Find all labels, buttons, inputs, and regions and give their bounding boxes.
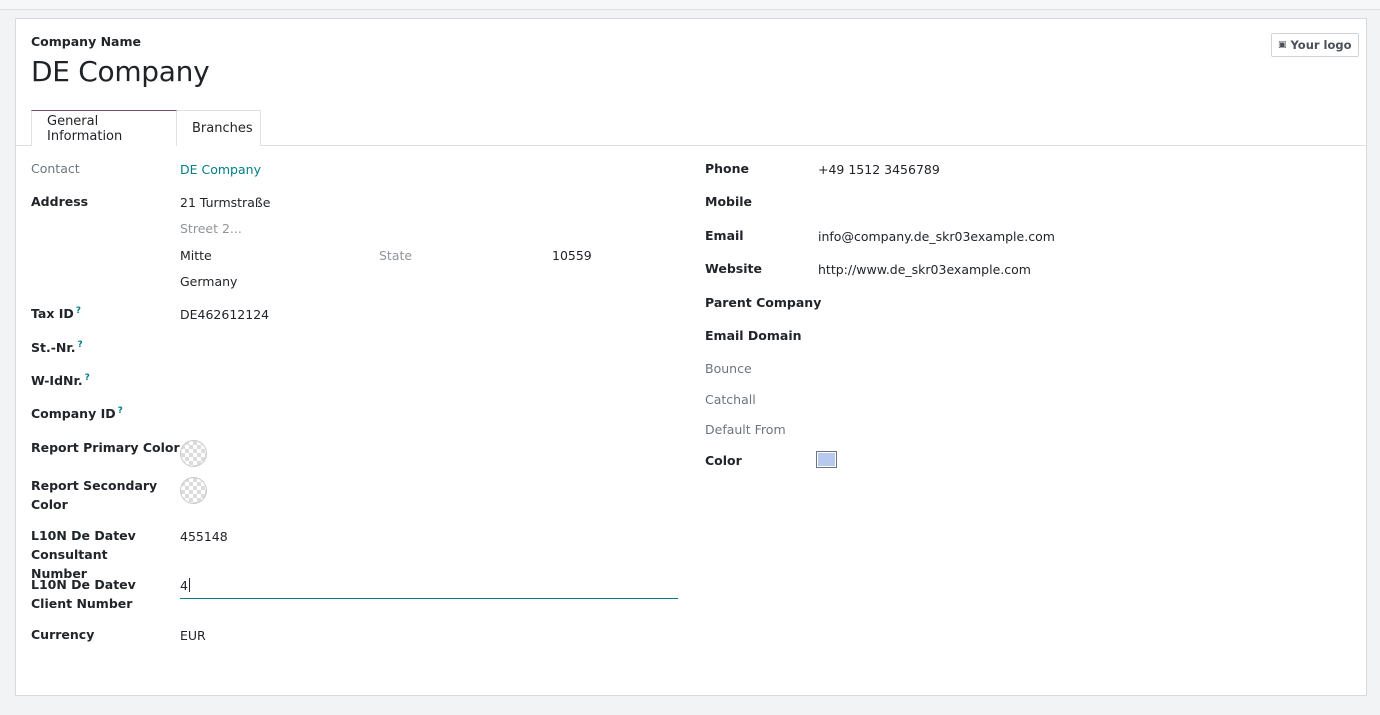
report-primary-color-picker[interactable]: [180, 440, 207, 467]
bounce-label: Bounce: [705, 361, 752, 376]
tab-branches[interactable]: Branches: [176, 110, 261, 146]
w-idnr-label: W-IdNr.?: [31, 373, 90, 388]
website-field[interactable]: http://www.de_skr03example.com: [818, 262, 1031, 277]
form-sheet: Company Name DE Company ▣ Your logo Gene…: [15, 18, 1367, 696]
client-number-label: L10N De Datev Client Number: [31, 577, 136, 611]
report-primary-color-label: Report Primary Color: [31, 440, 180, 455]
client-number-input[interactable]: 4: [180, 575, 678, 599]
contact-link[interactable]: DE Company: [180, 162, 261, 177]
text-caret: [188, 578, 190, 592]
tax-id-field[interactable]: DE462612124: [180, 307, 269, 322]
website-label: Website: [705, 261, 762, 276]
catchall-label: Catchall: [705, 392, 756, 407]
help-icon[interactable]: ?: [85, 373, 90, 383]
mobile-label: Mobile: [705, 194, 753, 209]
color-label: Color: [705, 453, 742, 468]
top-bar: [0, 0, 1380, 10]
parent-company-label: Parent Company: [705, 295, 822, 310]
help-icon[interactable]: ?: [78, 340, 83, 350]
address-label: Address: [31, 194, 89, 209]
company-name-label: Company Name: [31, 34, 141, 49]
client-number-value: 4: [180, 578, 188, 593]
report-secondary-color-label: Report Secondary Color: [31, 478, 158, 512]
st-nr-label: St.-Nr.?: [31, 340, 83, 355]
report-secondary-color-picker[interactable]: [180, 477, 207, 504]
zip-field[interactable]: 10559: [552, 248, 592, 263]
company-name-field[interactable]: DE Company: [31, 55, 210, 88]
street-field[interactable]: 21 Turmstraße: [180, 195, 270, 210]
city-field[interactable]: Mitte: [180, 248, 212, 263]
color-swatch: [818, 453, 835, 466]
currency-field[interactable]: EUR: [180, 628, 206, 643]
camera-icon: ▣: [1278, 40, 1287, 50]
country-field[interactable]: Germany: [180, 274, 237, 289]
tax-id-label-text: Tax ID: [31, 306, 74, 321]
consultant-number-field[interactable]: 455148: [180, 529, 228, 544]
state-field[interactable]: State: [379, 248, 412, 263]
tab-general-information[interactable]: General Information: [31, 110, 177, 146]
currency-label: Currency: [31, 627, 95, 642]
default-from-label: Default From: [705, 422, 786, 437]
tax-id-label: Tax ID?: [31, 306, 81, 321]
phone-label: Phone: [705, 161, 750, 176]
help-icon[interactable]: ?: [118, 406, 123, 416]
logo-button-label: Your logo: [1290, 38, 1352, 52]
email-field[interactable]: info@company.de_skr03example.com: [818, 229, 1055, 244]
email-domain-label: Email Domain: [705, 328, 802, 343]
logo-upload-button[interactable]: ▣ Your logo: [1271, 33, 1359, 57]
help-icon[interactable]: ?: [76, 306, 81, 316]
street2-field[interactable]: Street 2...: [180, 221, 242, 236]
color-picker[interactable]: [816, 451, 837, 468]
email-label: Email: [705, 228, 744, 243]
company-id-label-text: Company ID: [31, 406, 116, 421]
contact-label: Contact: [31, 161, 80, 176]
st-nr-label-text: St.-Nr.: [31, 340, 76, 355]
phone-field[interactable]: +49 1512 3456789: [818, 162, 940, 177]
w-idnr-label-text: W-IdNr.: [31, 373, 83, 388]
company-id-label: Company ID?: [31, 406, 123, 421]
